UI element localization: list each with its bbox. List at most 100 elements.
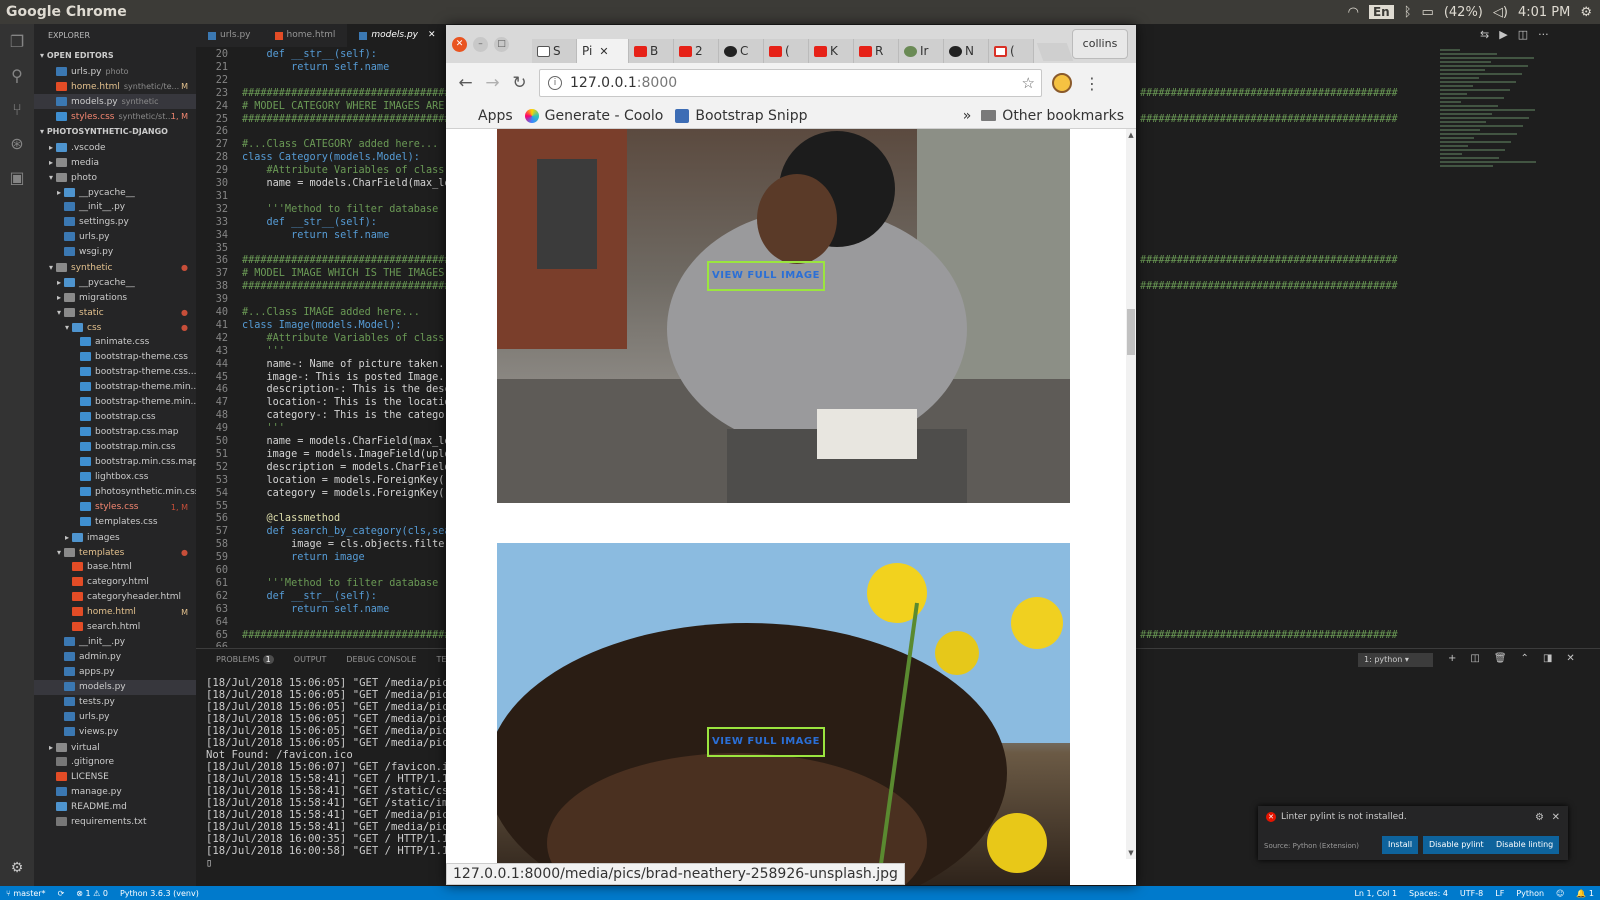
browser-tab[interactable]: S <box>532 39 577 63</box>
panel-layout-icon[interactable]: ◨ <box>1543 653 1552 664</box>
close-panel-icon[interactable]: ✕ <box>1566 653 1574 664</box>
git-branch[interactable]: ⑂ master* <box>0 889 52 898</box>
browser-tab[interactable]: N <box>944 39 989 63</box>
terminal-output[interactable]: [18/Jul/2018 15:06:05] "GET /media/pics/… <box>206 677 461 869</box>
minimap[interactable] <box>1440 47 1560 187</box>
code-editor[interactable]: 20 def __str__(self): 21 return self.name… <box>196 47 446 647</box>
project-section[interactable]: ▾ PHOTOSYNTHETIC-DJANGO <box>34 124 196 140</box>
window-maximize-button[interactable]: □ <box>494 37 509 52</box>
python-interpreter[interactable]: Python 3.6.3 (venv) <box>114 889 205 898</box>
split-terminal-icon[interactable]: ◫ <box>1470 653 1479 664</box>
browser-tab[interactable]: Ir <box>899 39 944 63</box>
file-tree-item[interactable]: bootstrap-theme.min.... <box>34 395 196 410</box>
view-full-image-button-1[interactable]: VIEW FULL IMAGE <box>707 261 825 291</box>
expand-chevron-icon[interactable]: ▸ <box>54 290 64 305</box>
file-tree-item[interactable]: README.md <box>34 800 196 815</box>
file-tree-item[interactable]: ▾ synthetic ● <box>34 260 196 275</box>
file-tree-item[interactable]: base.html <box>34 560 196 575</box>
disable-linting-button[interactable]: Disable linting <box>1490 836 1560 854</box>
file-tree-item[interactable]: apps.py <box>34 665 196 680</box>
open-editor-item[interactable]: styles.css synthetic/st... 1, M <box>34 109 196 124</box>
explorer-icon[interactable]: ❐ <box>0 24 34 58</box>
extensions-icon[interactable]: ▣ <box>0 160 34 194</box>
site-info-icon[interactable]: i <box>548 76 562 90</box>
file-tree-item[interactable]: bootstrap.css <box>34 410 196 425</box>
browser-tab[interactable]: K <box>809 39 854 63</box>
file-tree-item[interactable]: wsgi.py <box>34 245 196 260</box>
system-gear-icon[interactable]: ⚙ <box>1580 5 1592 20</box>
file-tree-item[interactable]: bootstrap.min.css.map <box>34 455 196 470</box>
forward-icon[interactable]: → <box>479 73 506 93</box>
scroll-down-arrow-icon[interactable]: ▼ <box>1126 849 1136 857</box>
file-tree-item[interactable]: ▸ __pycache__ <box>34 185 196 200</box>
new-terminal-icon[interactable]: + <box>1448 653 1456 664</box>
encoding[interactable]: UTF-8 <box>1454 889 1489 898</box>
expand-chevron-icon[interactable]: ▸ <box>62 530 72 545</box>
file-tree-item[interactable]: animate.css <box>34 335 196 350</box>
view-full-image-button-2[interactable]: VIEW FULL IMAGE <box>707 727 825 757</box>
bookmark-generate-coolors[interactable]: Generate - Coolo <box>524 108 663 124</box>
run-icon[interactable]: ▶ <box>1499 28 1507 41</box>
file-tree-item[interactable]: ▸ images <box>34 530 196 545</box>
file-tree-item[interactable]: requirements.txt <box>34 815 196 830</box>
browser-tab[interactable]: C <box>719 39 764 63</box>
notifications-bell[interactable]: 🔔 1 <box>1570 889 1600 898</box>
file-tree-item[interactable]: ▾ static ● <box>34 305 196 320</box>
expand-chevron-icon[interactable]: ▸ <box>54 185 64 200</box>
editor-tab[interactable]: urls.py <box>196 24 263 47</box>
clock[interactable]: 4:01 PM <box>1518 5 1570 20</box>
trash-icon[interactable]: 🗑 <box>1494 653 1507 664</box>
file-tree-item[interactable]: photosynthetic.min.css <box>34 485 196 500</box>
file-tree-item[interactable]: .gitignore <box>34 755 196 770</box>
open-editor-item[interactable]: home.html synthetic/te... M <box>34 79 196 94</box>
more-bookmarks-chevron[interactable]: » <box>963 108 972 124</box>
window-minimize-button[interactable]: – <box>473 37 488 52</box>
volume-icon[interactable]: ◁) <box>1493 5 1508 20</box>
file-tree-item[interactable]: urls.py <box>34 710 196 725</box>
file-tree-item[interactable]: search.html <box>34 620 196 635</box>
browser-tab[interactable]: ( <box>764 39 809 63</box>
extension-icon[interactable] <box>1052 73 1072 93</box>
address-bar[interactable]: i 127.0.0.1:8000 ☆ <box>539 69 1042 97</box>
back-icon[interactable]: ← <box>452 73 479 93</box>
browser-tab[interactable]: R <box>854 39 899 63</box>
scrollbar-thumb[interactable] <box>1127 309 1135 355</box>
file-tree-item[interactable]: tests.py <box>34 695 196 710</box>
scroll-up-arrow-icon[interactable]: ▲ <box>1126 131 1136 139</box>
file-tree-item[interactable]: lightbox.css <box>34 470 196 485</box>
compare-icon[interactable]: ⇆ <box>1480 28 1489 41</box>
panel-tab[interactable]: PROBLEMS 1 <box>216 654 274 664</box>
file-tree-item[interactable]: bootstrap-theme.css.... <box>34 365 196 380</box>
close-tab-icon[interactable]: ✕ <box>428 24 436 47</box>
split-editor-icon[interactable]: ◫ <box>1518 28 1528 41</box>
expand-chevron-icon[interactable]: ▸ <box>54 275 64 290</box>
file-tree-item[interactable]: models.py <box>34 680 196 695</box>
expand-chevron-icon[interactable]: ▸ <box>46 155 56 170</box>
notification-gear-icon[interactable]: ⚙ <box>1535 812 1544 823</box>
feedback-icon[interactable]: ☺ <box>1550 889 1570 898</box>
file-tree-item[interactable]: bootstrap-theme.css <box>34 350 196 365</box>
file-tree-item[interactable]: home.html M <box>34 605 196 620</box>
browser-tab[interactable]: 2 <box>674 39 719 63</box>
expand-chevron-icon[interactable]: ▾ <box>46 260 56 275</box>
file-tree-item[interactable]: bootstrap.css.map <box>34 425 196 440</box>
expand-chevron-icon[interactable]: ▾ <box>46 170 56 185</box>
open-editors-section[interactable]: ▾ OPEN EDITORS <box>34 48 196 64</box>
panel-tab[interactable]: DEBUG CONSOLE <box>346 655 416 664</box>
cursor-position[interactable]: Ln 1, Col 1 <box>1348 889 1403 898</box>
gallery-photo-man-writing[interactable]: VIEW FULL IMAGE <box>497 129 1070 503</box>
debug-icon[interactable]: ⊛ <box>0 126 34 160</box>
bookmark-apps[interactable]: Apps <box>458 108 513 124</box>
file-tree-item[interactable]: ▾ templates ● <box>34 545 196 560</box>
close-tab-icon[interactable]: ✕ <box>599 45 608 58</box>
file-tree-item[interactable]: styles.css 1, M <box>34 500 196 515</box>
manage-gear-icon[interactable]: ⚙ <box>0 860 34 884</box>
browser-tab[interactable]: ( <box>989 39 1034 63</box>
editor-tab[interactable]: models.py ✕ <box>347 24 448 47</box>
install-button[interactable]: Install <box>1382 836 1419 854</box>
browser-tab[interactable]: Pi ✕ <box>577 39 629 63</box>
file-tree-item[interactable]: views.py <box>34 725 196 740</box>
more-actions-icon[interactable]: ··· <box>1538 28 1549 41</box>
editor-tab[interactable]: home.html <box>263 24 348 47</box>
open-editor-item[interactable]: urls.py photo <box>34 64 196 79</box>
